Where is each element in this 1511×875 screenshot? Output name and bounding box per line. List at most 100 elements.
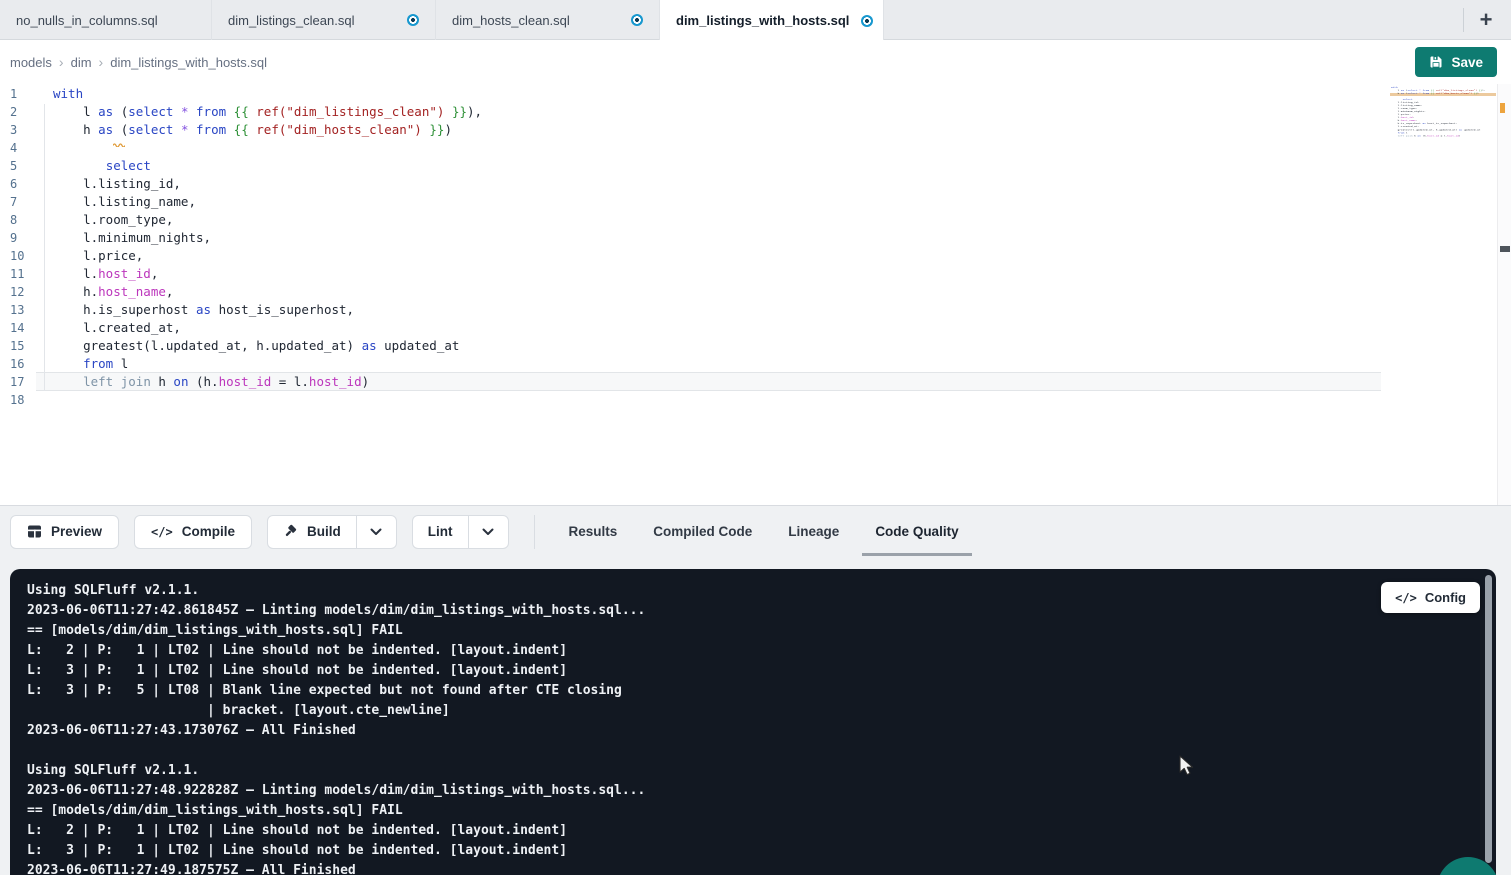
line-number: 18 (10, 391, 24, 409)
build-label: Build (307, 524, 341, 539)
chevron-down-icon (482, 528, 494, 536)
code-line: h.is_superhost as host_is_superhost, (53, 301, 482, 319)
line-number: 5 (10, 157, 24, 175)
lint-dropdown-button[interactable] (468, 516, 508, 548)
line-number: 11 (10, 265, 24, 283)
build-dropdown-button[interactable] (356, 516, 396, 548)
editor-scrollbar[interactable] (1497, 84, 1511, 505)
code-line: l.host_id, (53, 265, 482, 283)
file-tab[interactable]: dim_listings_with_hosts.sql (660, 0, 884, 41)
terminal-scrollbar-thumb[interactable] (1485, 575, 1492, 863)
line-number: 13 (10, 301, 24, 319)
code-line: l.minimum_nights, (53, 229, 482, 247)
code-line: greatest(l.updated_at, h.updated_at) as … (53, 337, 482, 355)
line-number-gutter: 123456789101112131415161718 (10, 85, 24, 409)
line-number: 12 (10, 283, 24, 301)
lint-output-terminal: Using SQLFluff v2.1.1.2023-06-06T11:27:4… (10, 569, 1496, 875)
table-grid-icon (27, 524, 42, 539)
line-number: 7 (10, 193, 24, 211)
line-number: 4 (10, 139, 24, 157)
breadcrumb-item[interactable]: dim_listings_with_hosts.sql (110, 55, 267, 70)
scrollbar-thumb[interactable] (1500, 246, 1510, 252)
code-line: l.price, (53, 247, 482, 265)
line-number: 14 (10, 319, 24, 337)
save-floppy-icon (1429, 55, 1443, 69)
preview-label: Preview (51, 524, 102, 539)
indent-guide (44, 104, 45, 391)
code-line: from l (53, 355, 482, 373)
terminal-line: 2023-06-06T11:27:48.922828Z — Linting mo… (27, 781, 1496, 801)
action-toolbar: Preview </> Compile Build (0, 506, 1511, 557)
lint-button[interactable]: Lint (413, 516, 468, 548)
result-tab-results[interactable]: Results (569, 506, 618, 557)
breadcrumb-item[interactable]: dim (71, 55, 92, 70)
file-tab[interactable]: no_nulls_in_columns.sql (0, 0, 212, 40)
line-number: 2 (10, 103, 24, 121)
terminal-line: L: 3 | P: 5 | LT08 | Blank line expected… (27, 681, 1496, 701)
terminal-line: Using SQLFluff v2.1.1. (27, 761, 1496, 781)
config-button[interactable]: </> Config (1381, 582, 1480, 613)
code-brackets-icon: </> (1395, 591, 1417, 605)
code-line-minimap (1391, 137, 1485, 140)
terminal-output: Using SQLFluff v2.1.1.2023-06-06T11:27:4… (10, 569, 1496, 875)
unsaved-changes-dot-icon (861, 15, 873, 27)
breadcrumb-separator-icon: › (59, 54, 64, 70)
line-number: 17 (10, 373, 24, 391)
file-tab-label: dim_listings_with_hosts.sql (676, 13, 849, 28)
lint-button-group: Lint (412, 515, 509, 549)
terminal-line: == [models/dim/dim_listings_with_hosts.s… (27, 801, 1496, 821)
breadcrumb-item[interactable]: models (10, 55, 52, 70)
compile-button[interactable]: </> Compile (134, 515, 252, 549)
code-line (53, 391, 482, 409)
hammer-icon (283, 524, 298, 539)
code-line-minimap: h as (select * from {{ ref("dim_hosts_cl… (1391, 92, 1485, 95)
lint-label: Lint (428, 524, 453, 539)
terminal-line: 2023-06-06T11:27:49.187575Z — All Finish… (27, 861, 1496, 875)
toolbar-divider (534, 515, 535, 549)
code-line: select (53, 157, 482, 175)
bottom-panel: Preview </> Compile Build (0, 505, 1511, 875)
line-number: 8 (10, 211, 24, 229)
terminal-line: 2023-06-06T11:27:42.861845Z — Linting mo… (27, 601, 1496, 621)
code-line: with (53, 85, 482, 103)
file-tab-bar: no_nulls_in_columns.sql dim_listings_clea… (0, 0, 1511, 40)
code-line: l.listing_id, (53, 175, 482, 193)
build-button[interactable]: Build (268, 516, 356, 548)
mouse-cursor-icon (1179, 755, 1195, 777)
file-tab-label: no_nulls_in_columns.sql (16, 13, 158, 28)
result-tab-compiled-code[interactable]: Compiled Code (653, 506, 752, 557)
terminal-line: L: 2 | P: 1 | LT02 | Line should not be … (27, 641, 1496, 661)
code-brackets-icon: </> (151, 525, 173, 539)
chevron-down-icon (370, 528, 382, 536)
new-tab-button[interactable]: + (1471, 6, 1501, 34)
code-line: left join h on (h.host_id = l.host_id) (53, 373, 482, 391)
result-tabs: Results Compiled Code Lineage Code Quality (569, 506, 959, 557)
save-button[interactable]: Save (1415, 47, 1497, 77)
terminal-line: L: 2 | P: 1 | LT02 | Line should not be … (27, 821, 1496, 841)
ide-window: no_nulls_in_columns.sql dim_listings_clea… (0, 0, 1511, 875)
terminal-line: 2023-06-06T11:27:43.173076Z — All Finish… (27, 721, 1496, 741)
line-number: 15 (10, 337, 24, 355)
file-tab[interactable]: dim_hosts_clean.sql (436, 0, 660, 40)
result-tab-lineage[interactable]: Lineage (788, 506, 839, 557)
code-editor[interactable]: 123456789101112131415161718 with l as (s… (0, 84, 1511, 505)
breadcrumb-separator-icon: › (99, 54, 104, 70)
minimap[interactable]: with l as (select * from {{ ref("dim_lis… (1390, 86, 1496, 152)
scrollbar-warning-marker (1500, 103, 1505, 113)
terminal-line (27, 741, 1496, 761)
code-line: l.created_at, (53, 319, 482, 337)
terminal-line: | bracket. [layout.cte_newline] (27, 701, 1496, 721)
config-label: Config (1425, 590, 1466, 605)
breadcrumb-bar: models › dim › dim_listings_with_hosts.sql S… (0, 40, 1511, 84)
preview-button[interactable]: Preview (10, 515, 119, 549)
file-tab-label: dim_hosts_clean.sql (452, 13, 570, 28)
tabbar-divider (1463, 8, 1464, 32)
file-tabs: no_nulls_in_columns.sql dim_listings_clea… (0, 0, 884, 39)
file-tab[interactable]: dim_listings_clean.sql (212, 0, 436, 40)
result-tab-code-quality[interactable]: Code Quality (875, 506, 958, 557)
line-number: 10 (10, 247, 24, 265)
unsaved-changes-dot-icon (631, 14, 643, 26)
compile-label: Compile (182, 524, 235, 539)
code-line: l.room_type, (53, 211, 482, 229)
code-line: l.listing_name, (53, 193, 482, 211)
